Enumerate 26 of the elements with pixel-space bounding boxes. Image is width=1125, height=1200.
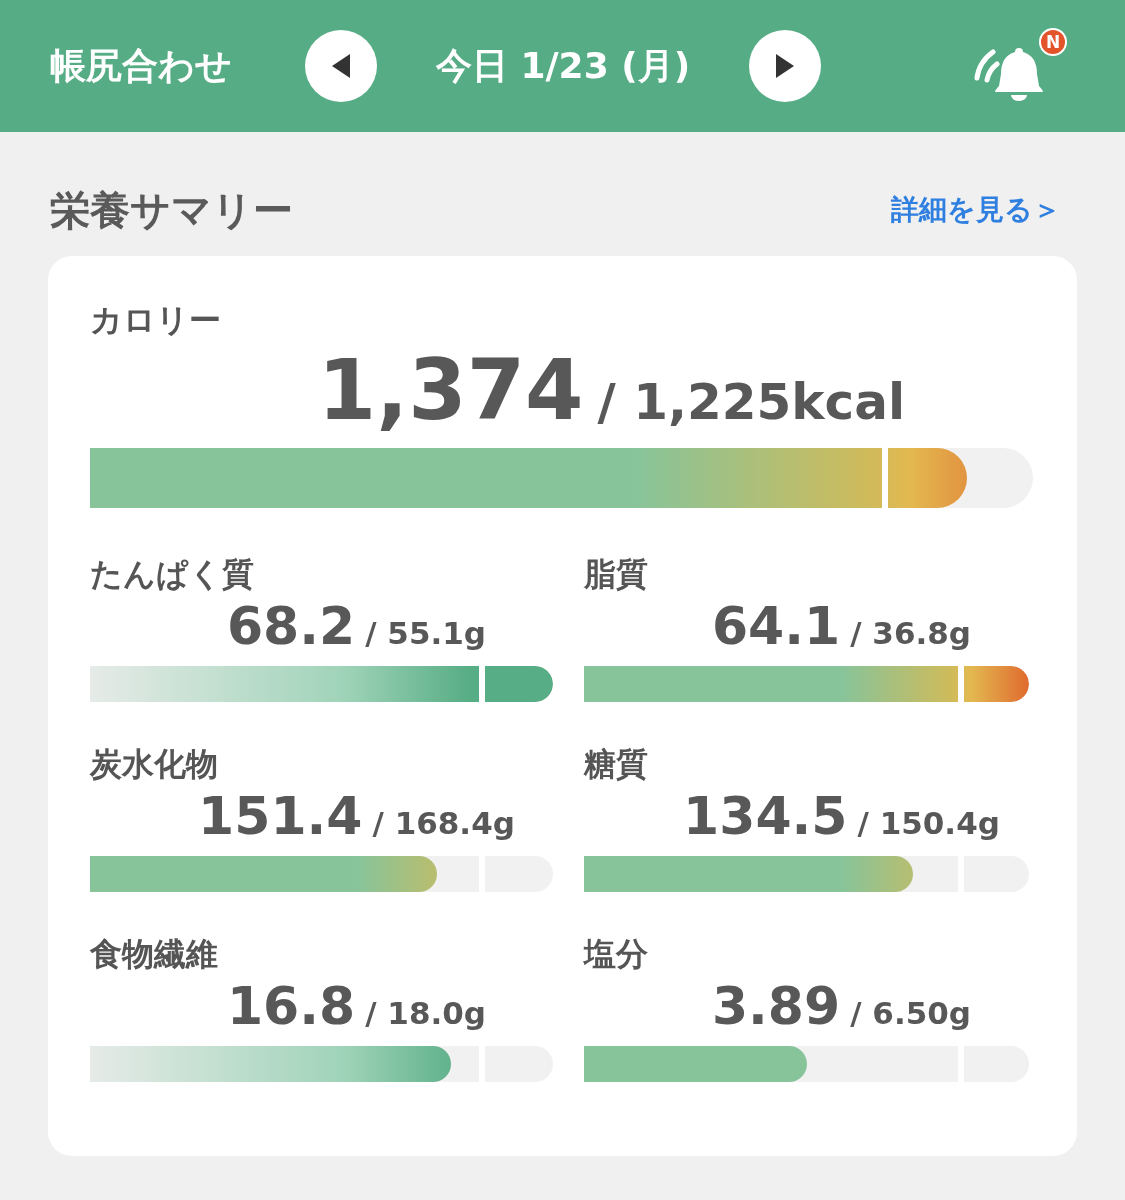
nutrient-target: / 168.4g [372, 805, 515, 841]
nutrient-value: 16.8 [226, 976, 356, 1036]
nutrient-target: / 150.4g [857, 805, 1000, 841]
nutrient-label: 炭水化物 [90, 744, 219, 785]
nutrient-label: 塩分 [584, 934, 649, 975]
app-title: 帳尻合わせ [50, 43, 233, 88]
details-link[interactable]: 詳細を見る＞ [891, 191, 1061, 229]
nutrient-value: 3.89 [711, 976, 841, 1036]
nutrient-target: / 55.1g [365, 615, 487, 651]
date-label: 今日 1/23 (月) [434, 43, 692, 88]
nutrient-value: 151.4 [198, 786, 363, 846]
nutrient-value: 68.2 [226, 596, 356, 656]
nutrient-value: 64.1 [711, 596, 841, 656]
nutrient-label: 食物繊維 [90, 934, 219, 975]
calorie-target: / 1,225kcal [597, 373, 906, 431]
nutrient-label: 糖質 [584, 744, 649, 785]
nutrient-target: / 36.8g [850, 615, 972, 651]
nutrient-value: 134.5 [683, 786, 848, 846]
nutrient-target: / 18.0g [365, 995, 487, 1031]
section-title: 栄養サマリー [50, 185, 293, 235]
calorie-value: 1,374 [317, 342, 584, 438]
calorie-label: カロリー [90, 300, 222, 341]
notification-badge: N [1039, 28, 1067, 56]
nutrient-label: 脂質 [584, 554, 649, 595]
nutrient-label: たんぱく質 [90, 554, 255, 595]
nutrient-target: / 6.50g [850, 995, 972, 1031]
